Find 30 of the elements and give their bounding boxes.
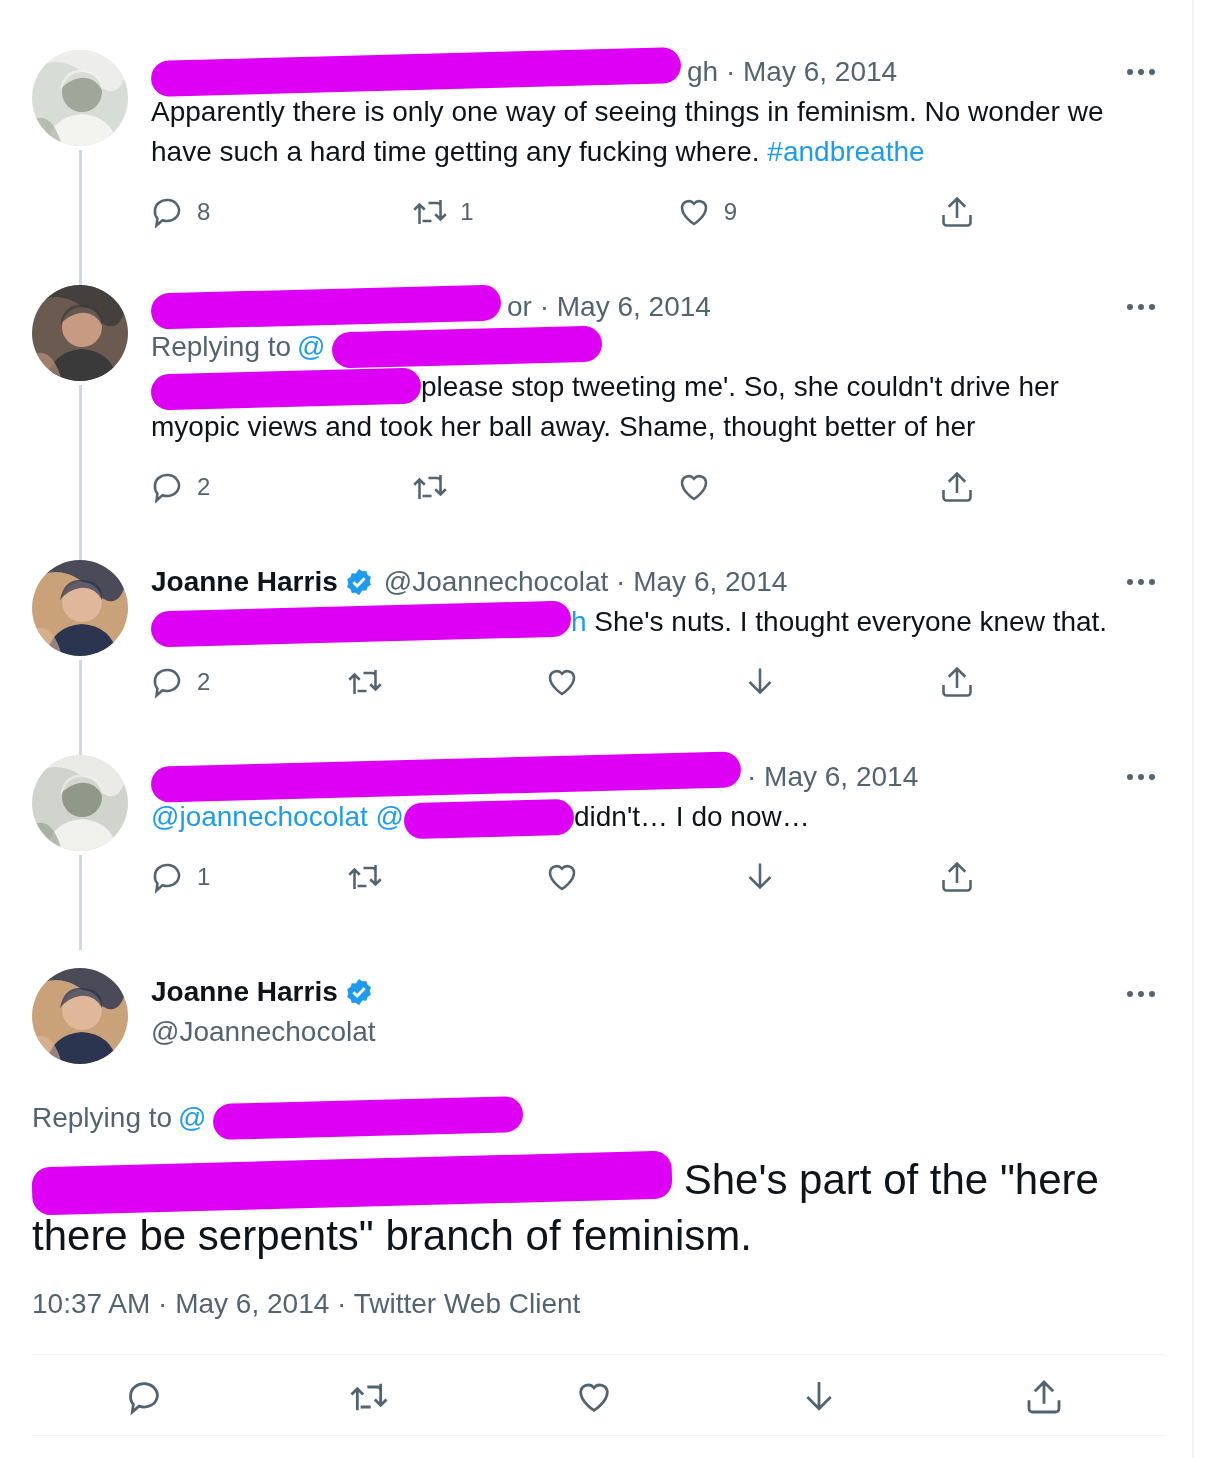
reply-button[interactable]: 2 (149, 469, 209, 505)
user-name[interactable]: Joanne Harris (151, 562, 338, 602)
tweet-meta: Replying to (32, 1101, 173, 1135)
reply-button[interactable]: 1 (149, 859, 209, 895)
share-icon (939, 194, 975, 230)
tweet-meta: gh · May 6, 2014 (687, 55, 898, 89)
tweet-meta: · May 6, 2014 (747, 760, 919, 794)
more-options-icon[interactable] (1126, 303, 1156, 311)
reply-button[interactable]: 2 (149, 664, 209, 700)
user-name[interactable]: Joanne Harris (151, 972, 338, 1012)
more-options-icon[interactable] (1126, 578, 1156, 586)
more-options-icon[interactable] (1126, 68, 1156, 76)
share-icon (939, 469, 975, 505)
tweet-text: She's part of the "here there be serpents" branch of feminism. (32, 1152, 1160, 1264)
like-button[interactable]: 9 (675, 194, 736, 230)
tweet-text: @joannechocolat @ didn't… I do now… (151, 797, 1136, 837)
tweet-meta: Replying to (151, 330, 292, 364)
user-handle[interactable]: @Joannechocolat (151, 1012, 1103, 1052)
tweet-text: Apparently there is only one way of seeing things in feminism. No wonder we have such a hard time getting any fucking where. #andbreathe (151, 95, 1105, 169)
tweet-meta: or · May 6, 2014 (507, 290, 711, 324)
tweet-text: h She's nuts. I thought everyone knew that. (151, 602, 1136, 642)
share-icon (939, 664, 975, 700)
retweet-button[interactable]: 1 (412, 194, 473, 230)
tweet-text: please stop tweeting me'. So, she couldn't drive her myopic views and took her ball away. Shame, thought better of her (151, 367, 1136, 447)
tweet-meta: @Joannechocolat · May 6, 2014 (383, 565, 788, 599)
share-icon (939, 859, 975, 895)
reply-button[interactable]: 8 (149, 194, 209, 230)
more-options-icon[interactable] (1126, 773, 1156, 781)
tweet-timestamp: 10:37 AM · May 6, 2014 · Twitter Web Client (32, 1288, 582, 1320)
more-options-icon[interactable] (1126, 990, 1156, 998)
